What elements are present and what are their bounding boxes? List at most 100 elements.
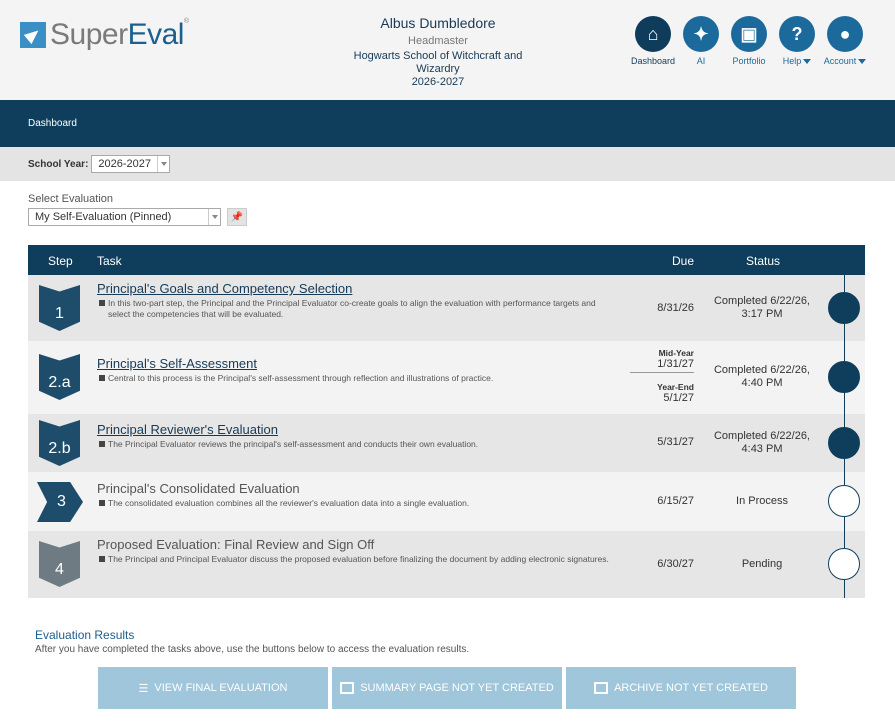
task-description: Central to this process is the Principal… — [97, 373, 617, 384]
task-title-goals[interactable]: Principal's Goals and Competency Selecti… — [97, 281, 352, 296]
step-badge-2b: 2.b — [39, 420, 80, 466]
task-description: The Principal and Principal Evaluator di… — [97, 554, 617, 565]
due-date: 6/30/27 — [657, 558, 694, 570]
table-row: 4 Proposed Evaluation: Final Review and … — [28, 531, 865, 598]
app-header: SuperEval® Albus Dumbledore Headmaster H… — [0, 0, 895, 100]
pin-icon[interactable]: 📌 — [227, 208, 247, 226]
results-buttons: ☰ VIEW FINAL EVALUATION SUMMARY PAGE NOT… — [98, 667, 796, 709]
task-title-reviewer-evaluation[interactable]: Principal Reviewer's Evaluation — [97, 422, 278, 437]
results-title: Evaluation Results — [35, 628, 135, 642]
due-mid-year-date: 1/31/27 — [657, 358, 694, 370]
status-text: Completed 6/22/26, 4:43 PM — [713, 430, 810, 455]
header-due: Due — [672, 254, 695, 268]
chevron-down-icon — [858, 59, 867, 65]
logo-trademark: ® — [183, 18, 189, 25]
chevron-down-icon[interactable] — [208, 209, 220, 225]
nav-ai[interactable]: ✦ AI — [683, 16, 719, 66]
evaluation-selector: Select Evaluation My Self-Evaluation (Pi… — [28, 193, 247, 226]
task-title-consolidated: Principal's Consolidated Evaluation — [97, 481, 300, 496]
task-title-self-assessment[interactable]: Principal's Self-Assessment — [97, 356, 257, 371]
breadcrumb-dashboard[interactable]: Dashboard — [28, 118, 77, 129]
table-row: 3 Principal's Consolidated Evaluation Th… — [28, 472, 865, 531]
briefcase-icon[interactable]: ▣ — [731, 16, 767, 52]
breadcrumb-bar: Dashboard — [0, 100, 895, 147]
nav-dashboard-label: Dashboard — [630, 56, 676, 66]
step-open-icon — [828, 548, 860, 580]
nav-portfolio[interactable]: ▣ Portfolio — [731, 16, 767, 66]
superEval-logo[interactable]: SuperEval® — [20, 18, 189, 52]
nav-portfolio-label: Portfolio — [732, 56, 766, 66]
step-complete-icon — [828, 361, 860, 393]
status-text: In Process — [736, 495, 788, 507]
nav-account-label: Account — [823, 56, 857, 66]
step-complete-icon — [828, 427, 860, 459]
user-role: Headmaster — [408, 35, 468, 47]
evaluation-select-value: My Self-Evaluation (Pinned) — [35, 211, 172, 223]
step-badge-4: 4 — [39, 541, 80, 587]
nav-dashboard[interactable]: ⌂ Dashboard — [631, 16, 675, 66]
view-final-evaluation-button[interactable]: ☰ VIEW FINAL EVALUATION — [98, 667, 328, 709]
logo-arrow-icon — [20, 22, 46, 48]
evaluation-steps-table: Step Task Due Status 1 Principal's Goals… — [28, 245, 865, 598]
user-school: Hogwarts School of Witchcraft and Wizard… — [353, 50, 523, 75]
nav-help-label: Help — [782, 56, 802, 66]
top-nav: ⌂ Dashboard ✦ AI ▣ Portfolio ? Help ● Ac… — [631, 16, 867, 66]
archive-label: ARCHIVE NOT YET CREATED — [614, 682, 768, 694]
pdf-icon — [340, 682, 355, 694]
task-title-final-review: Proposed Evaluation: Final Review and Si… — [97, 537, 375, 552]
due-date: 5/31/27 — [657, 436, 694, 448]
nav-account[interactable]: ● Account — [823, 16, 867, 66]
nav-ai-label: AI — [696, 56, 706, 66]
due-year-end-date: 5/1/27 — [663, 392, 694, 404]
header-step: Step — [48, 254, 73, 268]
table-row: 1 Principal's Goals and Competency Selec… — [28, 275, 865, 341]
evaluation-select[interactable]: My Self-Evaluation (Pinned) — [28, 208, 221, 226]
sparkle-icon[interactable]: ✦ — [683, 16, 719, 52]
header-status: Status — [746, 254, 781, 268]
school-year-label: School Year: — [28, 158, 89, 170]
chevron-down-icon — [803, 59, 812, 65]
question-icon[interactable]: ? — [779, 16, 815, 52]
step-open-icon — [828, 485, 860, 517]
task-description: In this two-part step, the Principal and… — [97, 298, 617, 320]
step-badge-3: 3 — [37, 482, 83, 522]
due-mid-year: Mid-Year 1/31/27 — [630, 348, 694, 373]
user-icon[interactable]: ● — [827, 16, 863, 52]
home-icon[interactable]: ⌂ — [635, 16, 671, 52]
table-row: 2.a Principal's Self-Assessment Central … — [28, 341, 865, 414]
due-date: 8/31/26 — [657, 302, 694, 314]
logo-text-super: Super — [50, 18, 128, 51]
evaluation-results: Evaluation Results After you have comple… — [35, 628, 469, 655]
status-text: Pending — [741, 558, 783, 570]
table-header: Step Task Due Status — [28, 245, 865, 275]
header-task: Task — [97, 254, 122, 268]
summary-page-label: SUMMARY PAGE NOT YET CREATED — [360, 682, 554, 694]
step-complete-icon — [828, 292, 860, 324]
user-year: 2026-2027 — [411, 76, 465, 88]
task-description: The consolidated evaluation combines all… — [97, 498, 617, 509]
due-year-end: Year-End 5/1/27 — [657, 382, 694, 404]
user-info: Albus Dumbledore Headmaster Hogwarts Sch… — [340, 15, 536, 89]
nav-help[interactable]: ? Help — [779, 16, 815, 66]
sliders-icon: ☰ — [138, 682, 149, 695]
step-badge-2a: 2.a — [39, 354, 80, 400]
table-row: 2.b Principal Reviewer's Evaluation The … — [28, 414, 865, 472]
status-text: Completed 6/22/26, 4:40 PM — [713, 364, 810, 389]
due-date: 6/15/27 — [657, 495, 694, 507]
summary-page-button[interactable]: SUMMARY PAGE NOT YET CREATED — [332, 667, 562, 709]
select-evaluation-label: Select Evaluation — [28, 193, 113, 205]
step-badge-1: 1 — [39, 285, 80, 331]
user-name: Albus Dumbledore — [380, 15, 496, 31]
due-mid-year-label: Mid-Year — [658, 348, 694, 358]
archive-button[interactable]: ARCHIVE NOT YET CREATED — [566, 667, 796, 709]
status-text: Completed 6/22/26, 3:17 PM — [713, 295, 810, 320]
results-subtitle: After you have completed the tasks above… — [35, 644, 470, 655]
chevron-down-icon[interactable] — [157, 156, 169, 172]
due-year-end-label: Year-End — [657, 382, 694, 392]
school-year-bar: School Year: 2026-2027 — [0, 147, 895, 181]
logo-text-eval: Eval — [127, 18, 185, 51]
archive-box-icon — [594, 682, 609, 694]
view-final-evaluation-label: VIEW FINAL EVALUATION — [154, 682, 288, 694]
task-description: The Principal Evaluator reviews the prin… — [97, 439, 617, 450]
school-year-select[interactable]: 2026-2027 — [91, 155, 171, 173]
